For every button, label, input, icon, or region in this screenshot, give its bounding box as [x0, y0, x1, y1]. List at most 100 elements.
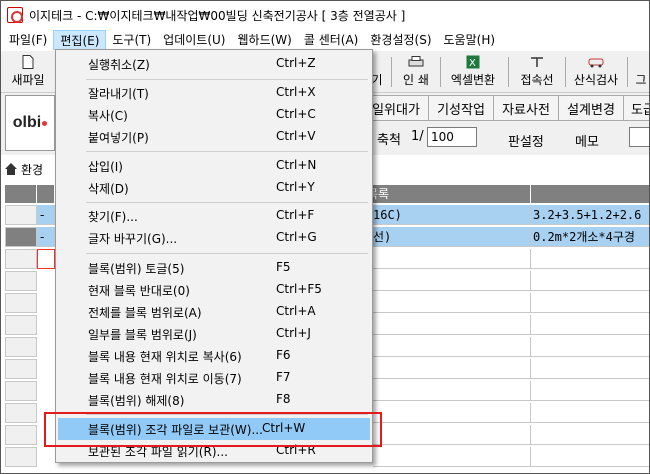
menu-item-undo[interactable]: 실행취소(Z) Ctrl+Z	[58, 53, 370, 75]
menu-item-paste[interactable]: 붙여넣기(P) Ctrl+V	[58, 126, 370, 148]
menu-item-delete[interactable]: 삭제(D) Ctrl+Y	[58, 177, 370, 199]
grid-cell[interactable]	[373, 359, 531, 379]
table-row-item[interactable]: 16C)	[373, 205, 531, 225]
connection-icon	[529, 55, 545, 69]
plate-setting-button[interactable]: 판설정	[508, 131, 544, 150]
grid-cell[interactable]	[531, 293, 649, 313]
table-row-formula[interactable]: 0.2m*2개소*4구경	[531, 227, 649, 247]
menu-item-label: 삭제(D)	[88, 182, 129, 196]
menu-item-label: 블록 내용 현재 위치로 이동(7)	[88, 372, 242, 386]
grid-cell[interactable]	[531, 381, 649, 401]
memo-input[interactable]	[629, 127, 649, 147]
grid-cell[interactable]	[531, 337, 649, 357]
toolbar-last-label: 그	[635, 73, 647, 87]
menu-item-shortcut: F8	[276, 392, 291, 406]
tab-data-dictionary[interactable]: 자료사전	[493, 95, 559, 121]
row-header[interactable]	[5, 249, 37, 269]
grid-cell[interactable]	[373, 271, 531, 291]
row-header[interactable]	[5, 381, 37, 401]
toolbar-separator	[565, 57, 566, 87]
menu-item-shortcut: Ctrl+F	[276, 208, 315, 222]
menu-item-label: 글자 바꾸기(G)...	[88, 232, 178, 246]
excel-convert-label: 엑셀변환	[450, 73, 496, 87]
menu-separator	[86, 253, 368, 254]
scale-input[interactable]: 100	[427, 127, 477, 147]
menu-item-label: 삽입(I)	[88, 160, 123, 174]
menu-item-block-partial[interactable]: 일부를 블록 범위로(J) Ctrl+J	[58, 323, 370, 345]
table-row-formula[interactable]: 3.2+3.5+1.2+2.6	[531, 205, 649, 225]
menu-item-block-all[interactable]: 전체를 블록 범위로(A) Ctrl+A	[58, 301, 370, 323]
company-logo: olbi	[5, 95, 55, 151]
menu-tools[interactable]: 도구(T)	[106, 30, 157, 50]
grid-cell[interactable]	[531, 249, 649, 269]
grid-cell[interactable]	[373, 447, 531, 467]
menu-item-block-release[interactable]: 블록(범위) 해제(8) F8	[58, 389, 370, 411]
menu-file[interactable]: 파일(F)	[3, 30, 53, 50]
new-file-button[interactable]: 새파일	[3, 53, 53, 91]
grid-cell[interactable]	[373, 293, 531, 313]
menu-edit[interactable]: 편집(E)	[53, 30, 107, 50]
grid-cell[interactable]	[373, 249, 531, 269]
menu-item-block-move-here[interactable]: 블록 내용 현재 위치로 이동(7) F7	[58, 367, 370, 389]
table-row-item[interactable]: 선)	[373, 227, 531, 247]
scale-ratio-prefix: 1/	[411, 129, 424, 144]
row-header[interactable]	[5, 403, 37, 423]
row-toggle[interactable]: -	[37, 205, 55, 225]
inspection-label: 산식검사	[573, 73, 619, 87]
grid-cell[interactable]	[531, 425, 649, 445]
grid-cell[interactable]	[531, 403, 649, 423]
menu-settings[interactable]: 환경설정(S)	[364, 30, 437, 50]
grid-cell[interactable]	[373, 337, 531, 357]
menu-item-insert[interactable]: 삽입(I) Ctrl+N	[58, 155, 370, 177]
grid-cell[interactable]	[373, 403, 531, 423]
menu-item-label: 블록(범위) 토글(5)	[88, 262, 185, 276]
grid-header-corner	[5, 185, 37, 203]
grid-cell[interactable]	[373, 425, 531, 445]
edit-menu-dropdown: 실행취소(Z) Ctrl+Z 잘라내기(T) Ctrl+X 복사(C) Ctrl+C …	[55, 49, 373, 463]
row-header[interactable]	[5, 425, 37, 445]
print-button[interactable]: 인 쇄	[394, 53, 438, 91]
row-header[interactable]	[5, 271, 37, 291]
tab-progress-work[interactable]: 기성작업	[428, 95, 494, 121]
menu-webhard[interactable]: 웹하드(W)	[231, 30, 297, 50]
menu-item-replace[interactable]: 글자 바꾸기(G)... Ctrl+G	[58, 227, 370, 249]
excel-icon: X	[465, 55, 481, 69]
grid-cell[interactable]	[531, 271, 649, 291]
grid-cell[interactable]	[373, 381, 531, 401]
toolbar-last-button[interactable]: 그	[631, 53, 649, 91]
excel-convert-button[interactable]: X 엑셀변환	[443, 53, 503, 91]
grid-cell[interactable]	[373, 315, 531, 335]
row-header[interactable]	[5, 337, 37, 357]
menu-item-find[interactable]: 찾기(F)... Ctrl+F	[58, 205, 370, 227]
grid-cell[interactable]	[531, 359, 649, 379]
tab-design-change[interactable]: 설계변경	[558, 95, 624, 121]
menu-help[interactable]: 도움말(H)	[438, 30, 502, 50]
active-cell[interactable]	[37, 249, 55, 269]
grid-cell[interactable]	[531, 315, 649, 335]
menu-item-copy[interactable]: 복사(C) Ctrl+C	[58, 104, 370, 126]
menu-update[interactable]: 업데이트(U)	[157, 30, 231, 50]
menu-item-label: 실행취소(Z)	[88, 58, 150, 72]
new-file-label: 새파일	[11, 73, 45, 87]
row-header[interactable]	[5, 293, 37, 313]
connection-line-label: 접속선	[520, 73, 554, 87]
menu-item-block-invert[interactable]: 현재 블록 반대로(0) Ctrl+F5	[58, 279, 370, 301]
connection-line-button[interactable]: 접속선	[512, 53, 562, 91]
tab-contract[interactable]: 도급	[623, 95, 649, 121]
row-header[interactable]	[5, 359, 37, 379]
inspection-button[interactable]: 산식검사	[568, 53, 624, 91]
row-toggle[interactable]: -	[37, 227, 55, 247]
grid-header-col1	[37, 185, 55, 203]
row-header[interactable]	[5, 447, 37, 467]
row-header[interactable]	[5, 205, 37, 225]
menu-item-shortcut: Ctrl+G	[276, 230, 317, 244]
menu-call-center[interactable]: 콜 센터(A)	[298, 30, 365, 50]
menu-item-cut[interactable]: 잘라내기(T) Ctrl+X	[58, 82, 370, 104]
grid-cell[interactable]	[531, 447, 649, 467]
menu-separator	[86, 202, 368, 203]
menu-item-shortcut: Ctrl+V	[276, 129, 316, 143]
row-header[interactable]	[5, 315, 37, 335]
menu-item-block-toggle[interactable]: 블록(범위) 토글(5) F5	[58, 257, 370, 279]
menu-item-block-copy-here[interactable]: 블록 내용 현재 위치로 복사(6) F6	[58, 345, 370, 367]
row-header[interactable]	[5, 227, 37, 247]
